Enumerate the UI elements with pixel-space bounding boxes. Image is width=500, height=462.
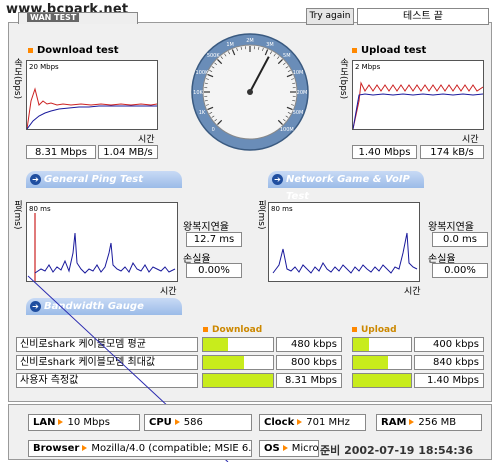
general-ping-graph: 80 ms xyxy=(26,202,178,282)
speed-gauge: 0 1K 10K 100K 500K 1M 2M 3M 5M 10M 20M 50M 100M xyxy=(190,32,310,152)
gauge-tick-label: 500K xyxy=(207,53,221,59)
cpu-info: CPU 586 xyxy=(144,414,252,431)
orange-square-icon xyxy=(352,327,357,332)
bw-download-fill xyxy=(203,338,228,351)
general-ping-ylabel: 핑(ms) xyxy=(12,200,22,230)
upload-title: Upload test xyxy=(352,45,426,56)
general-ping-xlabel: 시간 xyxy=(160,287,177,297)
lan-info: LAN 10 Mbps xyxy=(28,414,140,431)
gauge-tick-label: 0 xyxy=(212,127,215,133)
download-graph: 20 Mbps xyxy=(26,60,158,130)
upload-ylabel: 속도(bps) xyxy=(338,58,348,100)
watermark-bottom: 준비 2002-07-19 18:54:36 xyxy=(320,444,473,457)
orange-square-icon xyxy=(352,47,357,53)
gauge-tick-label: 100M xyxy=(280,127,294,133)
game-loss-value: 0.00% xyxy=(432,263,488,278)
bw-download-fill xyxy=(203,374,273,387)
upload-red-line xyxy=(353,81,483,129)
download-title: Download test xyxy=(28,45,119,56)
general-ping-line xyxy=(34,232,176,274)
gauge-tick-label: 100K xyxy=(196,70,210,76)
bw-download-fill xyxy=(203,356,244,369)
download-mbps: 8.31 Mbps xyxy=(26,145,96,159)
triangle-right-icon xyxy=(282,445,288,451)
bw-row-label: 신비로shark 케이블모뎀 최대값 xyxy=(16,355,198,370)
wan-test-tab-label: WAN TEST xyxy=(27,13,80,22)
triangle-right-icon xyxy=(297,419,303,425)
game-ping-line xyxy=(272,232,418,274)
download-ylabel: 속도(bps) xyxy=(12,58,22,100)
download-xlabel: 시간 xyxy=(138,135,155,145)
general-rtt-value: 12.7 ms xyxy=(186,232,242,247)
gauge-tick-label: 20M xyxy=(297,90,308,96)
gauge-tick-label: 5M xyxy=(283,53,291,59)
bw-upload-head: Upload xyxy=(352,325,397,335)
bw-upload-bar xyxy=(352,373,412,388)
arrow-right-icon: ➔ xyxy=(30,174,41,185)
upload-blue-line xyxy=(353,93,483,129)
game-ping-ylabel: 핑(ms) xyxy=(256,200,266,230)
upload-xlabel: 시간 xyxy=(462,135,479,145)
triangle-right-icon xyxy=(174,419,180,425)
triangle-right-icon xyxy=(58,419,64,425)
general-loss-value: 0.00% xyxy=(186,263,242,278)
bw-upload-bar xyxy=(352,355,412,370)
download-scale: 20 Mbps xyxy=(29,63,59,71)
bw-row-label: 신비로shark 케이블모뎀 평균 xyxy=(16,337,198,352)
download-red-line xyxy=(27,87,157,129)
bw-download-value: 8.31 Mbps xyxy=(276,373,342,388)
bandwidth-banner: ➔ Bandwidth Gauge xyxy=(26,298,182,315)
triangle-right-icon xyxy=(409,419,415,425)
bw-upload-value: 840 kbps xyxy=(414,355,484,370)
general-ping-banner: ➔ General Ping Test xyxy=(26,171,182,188)
game-rtt-label: 왕복지연율 xyxy=(428,222,474,233)
game-ping-banner: ➔ Network Game & VoIP Test xyxy=(268,171,424,202)
gauge-tick-label: 10K xyxy=(193,90,203,96)
bw-download-bar xyxy=(202,373,274,388)
bw-upload-value: 400 kbps xyxy=(414,337,484,352)
general-rtt-label: 왕복지연율 xyxy=(183,222,229,233)
bw-download-bar xyxy=(202,337,274,352)
bw-download-bar xyxy=(202,355,274,370)
upload-kbs: 174 kB/s xyxy=(420,145,484,159)
bw-upload-fill xyxy=(353,374,411,387)
bw-upload-fill xyxy=(353,338,370,351)
game-rtt-value: 0.0 ms xyxy=(432,232,488,247)
ram-info: RAM 256 MB xyxy=(376,414,482,431)
triangle-right-icon xyxy=(82,445,88,451)
bw-upload-fill xyxy=(353,356,388,369)
gauge-tick-label: 3M xyxy=(266,42,274,48)
gauge-tick-label: 1K xyxy=(199,110,206,116)
download-blue-line xyxy=(27,105,157,129)
bw-download-value: 480 kbps xyxy=(276,337,342,352)
bw-upload-bar xyxy=(352,337,412,352)
download-mbs: 1.04 MB/s xyxy=(98,145,158,159)
bw-upload-value: 1.40 Mbps xyxy=(414,373,484,388)
wan-test-tab[interactable]: WAN TEST xyxy=(18,12,138,24)
bw-row-label: 사용자 측정값 xyxy=(16,373,198,388)
upload-graph: 2 Mbps xyxy=(352,60,484,130)
bw-download-head: Download xyxy=(203,325,262,335)
bw-download-value: 800 kbps xyxy=(276,355,342,370)
gauge-tick-label: 10M xyxy=(293,70,304,76)
game-ping-graph: 80 ms xyxy=(268,202,420,282)
status-box: 테스트 끝 xyxy=(357,8,489,25)
game-ping-xlabel: 시간 xyxy=(404,287,421,297)
gauge-tick-label: 2M xyxy=(246,38,254,44)
clock-info: Clock 701 MHz xyxy=(259,414,366,431)
upload-mbps: 1.40 Mbps xyxy=(352,145,417,159)
arrow-right-icon: ➔ xyxy=(272,174,283,185)
os-info: OSMicrosoft xyxy=(259,440,319,457)
gauge-tick-label: 1M xyxy=(226,42,234,48)
game-ping-scale: 80 ms xyxy=(271,205,293,213)
browser-info: Browser Mozilla/4.0 (compatible; MSIE 6.0 xyxy=(28,440,252,457)
gauge-tick-label: 50M xyxy=(293,110,304,116)
general-ping-scale: 80 ms xyxy=(29,205,51,213)
arrow-right-icon: ➔ xyxy=(30,301,41,312)
upload-scale: 2 Mbps xyxy=(355,63,381,71)
orange-square-icon xyxy=(203,327,208,332)
orange-square-icon xyxy=(28,47,33,53)
try-again-button[interactable]: Try again xyxy=(306,8,354,25)
